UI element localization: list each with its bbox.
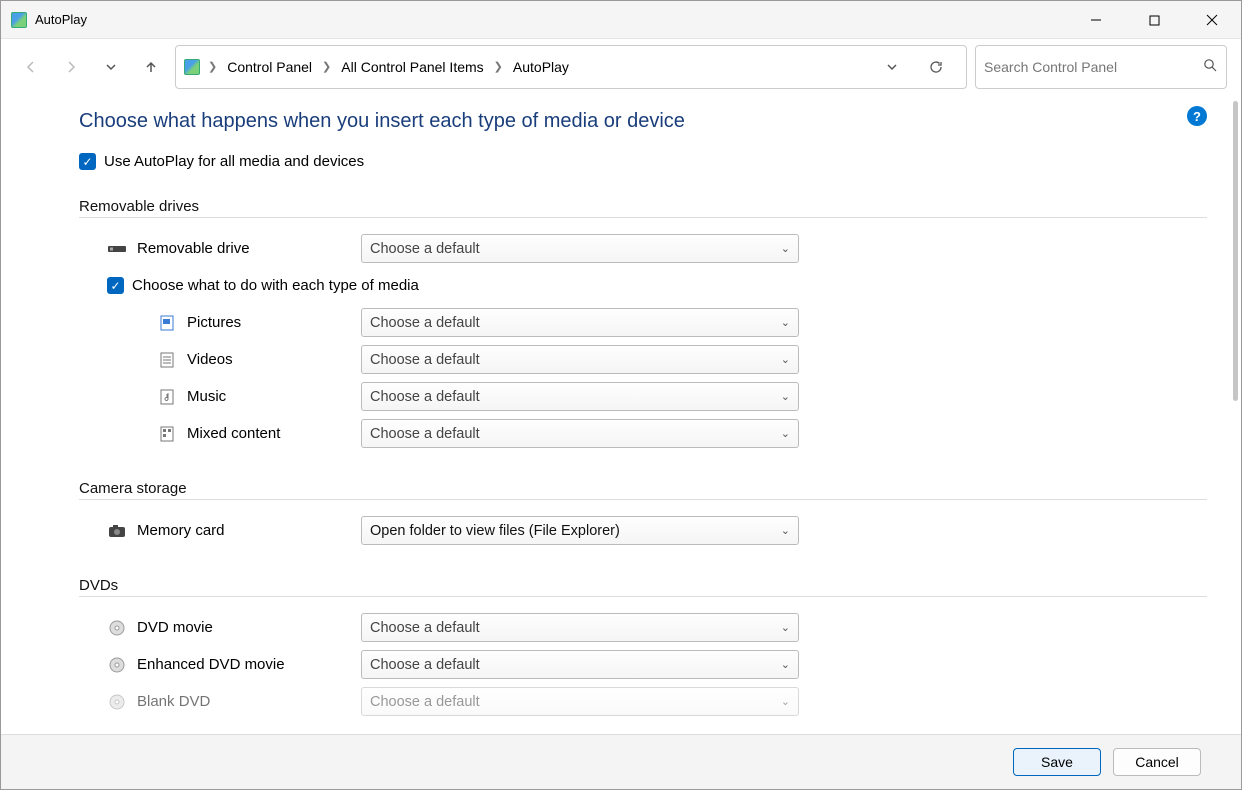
chevron-down-icon: ⌄ xyxy=(781,316,790,329)
disc-icon xyxy=(107,619,127,637)
use-autoplay-label: Use AutoPlay for all media and devices xyxy=(104,153,364,170)
refresh-button[interactable] xyxy=(918,51,954,83)
section-header-camera: Camera storage xyxy=(79,480,1207,500)
media-label: Music xyxy=(187,388,226,405)
chevron-down-icon: ⌄ xyxy=(781,390,790,403)
media-row-mixed: Mixed content Choose a default ⌄ xyxy=(93,415,1207,452)
chevron-down-icon: ⌄ xyxy=(781,524,790,537)
dvd-movie-select[interactable]: Choose a default ⌄ xyxy=(361,613,799,642)
breadcrumb-history-button[interactable] xyxy=(874,51,910,83)
pictures-icon xyxy=(157,314,177,332)
save-button[interactable]: Save xyxy=(1013,748,1101,776)
media-label: Pictures xyxy=(187,314,241,331)
use-autoplay-checkbox[interactable]: ✓ xyxy=(79,153,96,170)
enhanced-dvd-row: Enhanced DVD movie Choose a default ⌄ xyxy=(93,646,1207,683)
nav-forward-button[interactable] xyxy=(55,51,87,83)
pictures-value: Choose a default xyxy=(370,315,480,331)
music-value: Choose a default xyxy=(370,389,480,405)
breadcrumb-item-autoplay[interactable]: AutoPlay xyxy=(507,56,575,78)
content-area: ? Choose what happens when you insert ea… xyxy=(1,94,1241,734)
choose-each-type-label: Choose what to do with each type of medi… xyxy=(132,277,419,294)
blank-dvd-label: Blank DVD xyxy=(137,693,210,710)
memory-card-label: Memory card xyxy=(137,522,225,539)
choose-each-type-checkbox[interactable]: ✓ xyxy=(107,277,124,294)
dvd-movie-value: Choose a default xyxy=(370,620,480,636)
section-header-dvds: DVDs xyxy=(79,577,1207,597)
search-input[interactable] xyxy=(984,59,1197,75)
cancel-button[interactable]: Cancel xyxy=(1113,748,1201,776)
blank-dvd-value: Choose a default xyxy=(370,694,480,710)
blank-dvd-select[interactable]: Choose a default ⌄ xyxy=(361,687,799,716)
chevron-down-icon: ⌄ xyxy=(781,353,790,366)
pictures-select[interactable]: Choose a default ⌄ xyxy=(361,308,799,337)
mixed-content-icon xyxy=(157,425,177,443)
disc-icon xyxy=(107,693,127,711)
use-autoplay-checkbox-row[interactable]: ✓ Use AutoPlay for all media and devices xyxy=(79,153,1207,170)
nav-recent-button[interactable] xyxy=(95,51,127,83)
nav-up-button[interactable] xyxy=(135,51,167,83)
memory-card-row: Memory card Open folder to view files (F… xyxy=(93,512,1207,549)
dvd-movie-row: DVD movie Choose a default ⌄ xyxy=(93,609,1207,646)
memory-card-select[interactable]: Open folder to view files (File Explorer… xyxy=(361,516,799,545)
chevron-down-icon: ⌄ xyxy=(781,621,790,634)
titlebar: AutoPlay xyxy=(1,1,1241,39)
window-controls xyxy=(1067,1,1241,38)
minimize-button[interactable] xyxy=(1067,1,1125,39)
mixed-content-select[interactable]: Choose a default ⌄ xyxy=(361,419,799,448)
toolbar: ❯ Control Panel ❯ All Control Panel Item… xyxy=(1,39,1241,94)
disc-icon xyxy=(107,656,127,674)
search-icon[interactable] xyxy=(1203,58,1218,76)
videos-select[interactable]: Choose a default ⌄ xyxy=(361,345,799,374)
breadcrumb[interactable]: ❯ Control Panel ❯ All Control Panel Item… xyxy=(175,45,967,89)
nav-back-button[interactable] xyxy=(15,51,47,83)
scrollbar-thumb[interactable] xyxy=(1233,101,1238,401)
search-box[interactable] xyxy=(975,45,1227,89)
chevron-down-icon: ⌄ xyxy=(781,242,790,255)
section-header-removable: Removable drives xyxy=(79,198,1207,218)
removable-drive-label: Removable drive xyxy=(137,240,250,257)
window-title: AutoPlay xyxy=(35,12,87,27)
removable-drive-select[interactable]: Choose a default ⌄ xyxy=(361,234,799,263)
autoplay-app-icon xyxy=(11,12,27,28)
footer: Save Cancel xyxy=(1,734,1241,789)
videos-icon xyxy=(157,351,177,369)
breadcrumb-item-control-panel[interactable]: Control Panel xyxy=(221,56,318,78)
media-row-videos: Videos Choose a default ⌄ xyxy=(93,341,1207,378)
chevron-right-icon[interactable]: ❯ xyxy=(320,60,333,73)
removable-drive-icon xyxy=(107,240,127,258)
help-button[interactable]: ? xyxy=(1187,106,1207,126)
chevron-down-icon: ⌄ xyxy=(781,658,790,671)
videos-value: Choose a default xyxy=(370,352,480,368)
chevron-right-icon[interactable]: ❯ xyxy=(492,60,505,73)
media-label: Videos xyxy=(187,351,233,368)
media-row-pictures: Pictures Choose a default ⌄ xyxy=(93,304,1207,341)
media-label: Mixed content xyxy=(187,425,280,442)
breadcrumb-item-all-items[interactable]: All Control Panel Items xyxy=(335,56,489,78)
music-select[interactable]: Choose a default ⌄ xyxy=(361,382,799,411)
chevron-right-icon[interactable]: ❯ xyxy=(206,60,219,73)
media-row-music: Music Choose a default ⌄ xyxy=(93,378,1207,415)
removable-drive-value: Choose a default xyxy=(370,241,480,257)
chevron-down-icon: ⌄ xyxy=(781,695,790,708)
dvd-movie-label: DVD movie xyxy=(137,619,213,636)
enhanced-dvd-value: Choose a default xyxy=(370,657,480,673)
enhanced-dvd-label: Enhanced DVD movie xyxy=(137,656,285,673)
page-title: Choose what happens when you insert each… xyxy=(79,110,1207,133)
chevron-down-icon: ⌄ xyxy=(781,427,790,440)
blank-dvd-row: Blank DVD Choose a default ⌄ xyxy=(93,683,1207,720)
camera-icon xyxy=(107,522,127,540)
control-panel-icon xyxy=(184,59,200,75)
close-button[interactable] xyxy=(1183,1,1241,39)
enhanced-dvd-select[interactable]: Choose a default ⌄ xyxy=(361,650,799,679)
mixed-content-value: Choose a default xyxy=(370,426,480,442)
maximize-button[interactable] xyxy=(1125,1,1183,39)
choose-each-type-checkbox-row[interactable]: ✓ Choose what to do with each type of me… xyxy=(93,267,1207,304)
removable-drive-row: Removable drive Choose a default ⌄ xyxy=(93,230,1207,267)
memory-card-value: Open folder to view files (File Explorer… xyxy=(370,523,620,539)
music-icon xyxy=(157,388,177,406)
